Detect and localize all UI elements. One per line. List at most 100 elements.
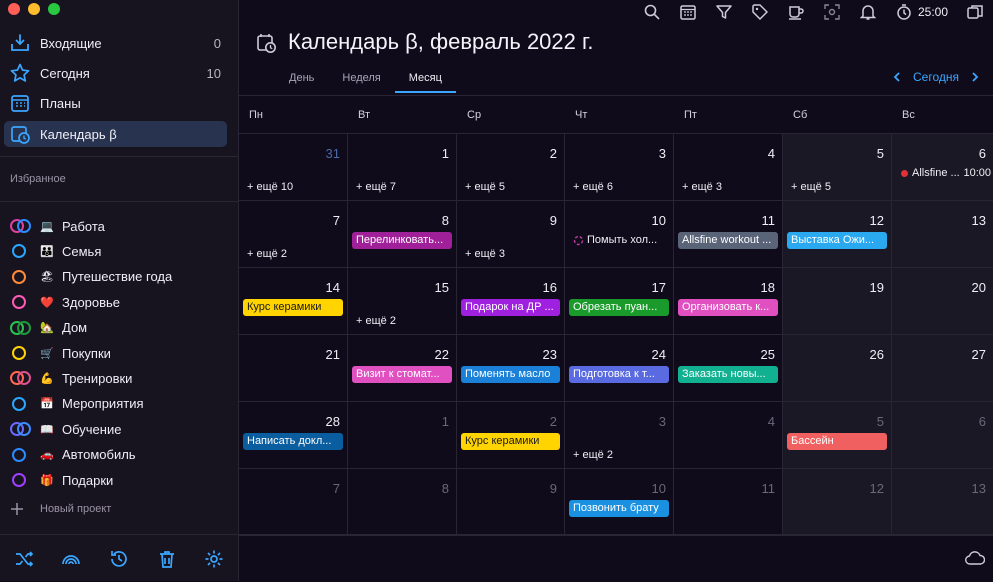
project-item[interactable]: ❤️ Здоровье	[10, 291, 120, 313]
project-item[interactable]: 📖 Обучение	[10, 418, 121, 440]
day-cell[interactable]: 10 Позвонить брату	[565, 469, 674, 535]
today-button[interactable]: Сегодня	[913, 70, 959, 84]
more-events-link[interactable]: + ещё 5	[791, 181, 831, 193]
more-events-link[interactable]: + ещё 2	[247, 248, 287, 260]
more-events-link[interactable]: + ещё 7	[356, 181, 396, 193]
timer-value[interactable]: 25:00	[918, 5, 948, 19]
event-chip[interactable]: Подарок на ДР ...	[461, 299, 560, 316]
project-item[interactable]: 🎁 Подарки	[10, 469, 113, 491]
event-chip[interactable]: Заказать новы...	[678, 366, 778, 383]
event-chip[interactable]: Выставка Ожи...	[787, 232, 887, 249]
day-cell[interactable]: 8 Перелинковать...	[348, 201, 457, 267]
calendar-grid-icon[interactable]	[679, 3, 697, 21]
project-item[interactable]: 💪 Тренировки	[10, 367, 132, 389]
project-item[interactable]: 🛒 Покупки	[10, 342, 111, 364]
project-item[interactable]: 👪 Семья	[10, 240, 101, 262]
day-cell[interactable]: 12 Выставка Ожи...	[783, 201, 892, 267]
search-icon[interactable]	[643, 3, 661, 21]
sidebar-item-today[interactable]: Сегодня 10	[4, 60, 227, 86]
windows-icon[interactable]	[966, 3, 984, 21]
trash-icon[interactable]	[156, 548, 178, 570]
day-cell[interactable]: 20	[892, 268, 993, 334]
sidebar-item-plans[interactable]: Планы	[4, 90, 227, 116]
day-cell[interactable]: 5 Бассейн	[783, 402, 892, 468]
day-cell[interactable]: 6	[892, 402, 993, 468]
event-chip[interactable]: Перелинковать...	[352, 232, 452, 249]
day-cell[interactable]: 7	[239, 469, 348, 535]
project-item[interactable]: 📅 Мероприятия	[10, 393, 144, 415]
event-chip[interactable]: Позвонить брату	[569, 500, 669, 517]
more-events-link[interactable]: + ещё 2	[573, 449, 613, 461]
history-icon[interactable]	[108, 548, 130, 570]
more-events-link[interactable]: + ещё 3	[465, 248, 505, 260]
day-cell[interactable]: 19	[783, 268, 892, 334]
day-cell[interactable]: 2 + ещё 5	[457, 134, 565, 200]
event-chip[interactable]: Подготовка к т...	[569, 366, 669, 383]
gear-icon[interactable]	[203, 548, 225, 570]
tab-month[interactable]: Месяц	[394, 66, 457, 93]
day-cell[interactable]: 31 + ещё 10	[239, 134, 348, 200]
event-chip[interactable]: Бассейн	[787, 433, 887, 450]
filter-icon[interactable]	[715, 3, 733, 21]
day-cell[interactable]: 7 + ещё 2	[239, 201, 348, 267]
event-chip[interactable]: Написать докл...	[243, 433, 343, 450]
project-item[interactable]: 🏖 Путешествие года	[10, 266, 172, 288]
day-cell[interactable]: 14 Курс керамики	[239, 268, 348, 334]
project-item[interactable]: 💻 Работа	[10, 215, 105, 237]
project-item[interactable]: 🏡 Дом	[10, 317, 87, 339]
day-cell[interactable]: 22 Визит к стомат...	[348, 335, 457, 401]
tab-week[interactable]: Неделя	[328, 66, 394, 92]
event-chip[interactable]: Визит к стомат...	[352, 366, 452, 383]
cloud-sync-icon[interactable]	[965, 551, 985, 565]
new-project-button[interactable]: Новый проект	[10, 498, 111, 520]
bell-icon[interactable]	[859, 3, 877, 21]
day-cell[interactable]: 23 Поменять масло	[457, 335, 565, 401]
day-cell[interactable]: 9 + ещё 3	[457, 201, 565, 267]
day-cell[interactable]: 26	[783, 335, 892, 401]
day-cell[interactable]: 2 Курс керамики	[457, 402, 565, 468]
day-cell[interactable]: 21	[239, 335, 348, 401]
signal-icon[interactable]	[60, 548, 82, 570]
day-cell[interactable]: 16 Подарок на ДР ...	[457, 268, 565, 334]
day-cell[interactable]: 8	[348, 469, 457, 535]
sidebar-item-inbox[interactable]: Входящие 0	[4, 30, 227, 56]
day-cell[interactable]: 4	[674, 402, 783, 468]
more-events-link[interactable]: + ещё 5	[465, 181, 505, 193]
day-cell[interactable]: 24 Подготовка к т...	[565, 335, 674, 401]
day-cell[interactable]: 11	[674, 469, 783, 535]
shuffle-icon[interactable]	[13, 548, 35, 570]
sidebar-item-calendar[interactable]: Календарь β	[4, 121, 227, 147]
day-cell[interactable]: 28 Написать докл...	[239, 402, 348, 468]
tab-day[interactable]: День	[275, 66, 328, 92]
event-chip[interactable]: Курс керамики	[243, 299, 343, 316]
day-cell[interactable]: 1 + ещё 7	[348, 134, 457, 200]
event-chip[interactable]: Помыть хол...	[569, 232, 669, 249]
event-chip[interactable]: Поменять масло	[461, 366, 560, 383]
event-chip[interactable]: Обрезать пуан...	[569, 299, 669, 316]
day-cell[interactable]: 11 Allsfine workout ...	[674, 201, 783, 267]
mug-icon[interactable]	[787, 3, 805, 21]
day-cell[interactable]: 1	[348, 402, 457, 468]
chevron-left-icon[interactable]	[891, 71, 903, 83]
day-cell[interactable]: 25 Заказать новы...	[674, 335, 783, 401]
project-item[interactable]: 🚗 Автомобиль	[10, 444, 136, 466]
event-chip[interactable]: Организовать к...	[678, 299, 778, 316]
more-events-link[interactable]: + ещё 10	[247, 181, 293, 193]
day-cell[interactable]: 3 + ещё 2	[565, 402, 674, 468]
zoom-window-button[interactable]	[48, 3, 60, 15]
day-cell[interactable]: 6 Allsfine ... 10:00	[892, 134, 993, 200]
day-cell[interactable]: 18 Организовать к...	[674, 268, 783, 334]
event-chip[interactable]: Allsfine ... 10:00	[896, 165, 993, 182]
more-events-link[interactable]: + ещё 2	[356, 315, 396, 327]
day-cell[interactable]: 15 + ещё 2	[348, 268, 457, 334]
day-cell[interactable]: 4 + ещё 3	[674, 134, 783, 200]
day-cell[interactable]: 12	[783, 469, 892, 535]
day-cell[interactable]: 17 Обрезать пуан...	[565, 268, 674, 334]
day-cell[interactable]: 13	[892, 201, 993, 267]
focus-icon[interactable]	[823, 3, 841, 21]
minimize-window-button[interactable]	[28, 3, 40, 15]
chevron-right-icon[interactable]	[969, 71, 981, 83]
day-cell[interactable]: 5 + ещё 5	[783, 134, 892, 200]
day-cell[interactable]: 10 Помыть хол...	[565, 201, 674, 267]
day-cell[interactable]: 27	[892, 335, 993, 401]
